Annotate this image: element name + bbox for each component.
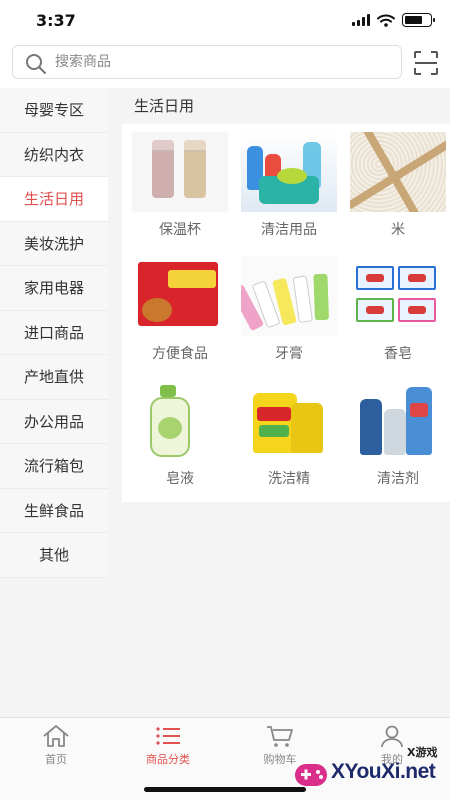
detergent-image (350, 380, 446, 461)
watermark-tag: X游戏 (407, 746, 438, 759)
product-label: 牙膏 (275, 346, 303, 363)
sidebar-item-other[interactable]: 其他 (0, 533, 108, 578)
scan-icon[interactable] (413, 50, 439, 76)
product-dish-soap[interactable]: 洗洁精 (241, 380, 337, 490)
search-icon (26, 54, 46, 74)
signal-icon (352, 14, 370, 26)
dish-soap-image (241, 380, 337, 461)
tab-categories[interactable]: 商品分类 (128, 724, 208, 767)
sidebar-item-bags-luggage[interactable]: 流行箱包 (0, 444, 108, 489)
thermos-cup-image (132, 132, 228, 212)
product-label: 洗洁精 (268, 470, 310, 487)
category-sidebar: 母婴专区 纺织内衣 生活日用 美妆洗护 家用电器 进口商品 产地直供 办公用品 … (0, 88, 108, 578)
product-label: 方便食品 (152, 346, 208, 363)
product-rice[interactable]: 米 (350, 132, 446, 241)
watermark-text: XYouXi.net (331, 760, 436, 783)
toothpaste-image (241, 256, 337, 337)
home-indicator (144, 787, 306, 792)
tab-label: 商品分类 (146, 753, 190, 766)
tab-label: 首页 (45, 753, 67, 766)
product-grid: 保温杯 清洁用品 米 方便食品 牙膏 香皂 皂液 洗洁精 清洁剂 (122, 124, 450, 502)
status-bar: 3:37 (0, 0, 450, 40)
sidebar-item-daily-necessities[interactable]: 生活日用 (0, 177, 108, 222)
product-cleaner[interactable]: 清洁剂 (350, 380, 446, 490)
battery-icon (402, 13, 435, 27)
category-content: 生活日用 保温杯 清洁用品 米 方便食品 牙膏 香皂 皂液 洗洁精 清洁剂 (122, 88, 450, 502)
cleaning-supplies-image (241, 132, 337, 212)
product-toothpaste[interactable]: 牙膏 (241, 256, 337, 365)
product-instant-food[interactable]: 方便食品 (132, 256, 228, 365)
sidebar-item-textiles-underwear[interactable]: 纺织内衣 (0, 132, 108, 177)
sidebar-item-origin-direct[interactable]: 产地直供 (0, 355, 108, 400)
soap-bar-image (350, 256, 446, 337)
sidebar-item-beauty-care[interactable]: 美妆洗护 (0, 221, 108, 266)
product-label: 皂液 (166, 470, 194, 487)
sidebar-item-fresh-food[interactable]: 生鲜食品 (0, 488, 108, 533)
sidebar-item-home-appliances[interactable]: 家用电器 (0, 266, 108, 311)
sidebar-item-office-supplies[interactable]: 办公用品 (0, 399, 108, 444)
status-icons (352, 13, 435, 27)
product-label: 保温杯 (159, 222, 201, 238)
product-cleaning-supplies[interactable]: 清洁用品 (241, 132, 337, 241)
watermark: X游戏 XYouXi.net (287, 738, 450, 800)
tab-home[interactable]: 首页 (16, 724, 96, 767)
product-label: 香皂 (384, 346, 412, 363)
product-thermos-cup[interactable]: 保温杯 (132, 132, 228, 241)
wifi-icon (377, 14, 395, 27)
rice-image (350, 132, 446, 212)
instant-noodles-image (132, 256, 228, 337)
category-title: 生活日用 (122, 88, 450, 124)
product-label: 清洁用品 (261, 222, 317, 238)
search-box[interactable] (12, 45, 402, 79)
list-icon (156, 727, 180, 745)
status-time: 3:37 (36, 11, 76, 30)
search-bar (0, 40, 450, 88)
search-input[interactable] (55, 48, 385, 76)
home-icon (43, 725, 69, 747)
product-label: 清洁剂 (377, 470, 419, 487)
product-liquid-soap[interactable]: 皂液 (132, 380, 228, 490)
product-label: 米 (391, 222, 405, 238)
product-soap[interactable]: 香皂 (350, 256, 446, 365)
sidebar-item-maternal-baby[interactable]: 母婴专区 (0, 88, 108, 133)
sidebar-item-imported-goods[interactable]: 进口商品 (0, 310, 108, 355)
liquid-soap-image (132, 380, 228, 461)
